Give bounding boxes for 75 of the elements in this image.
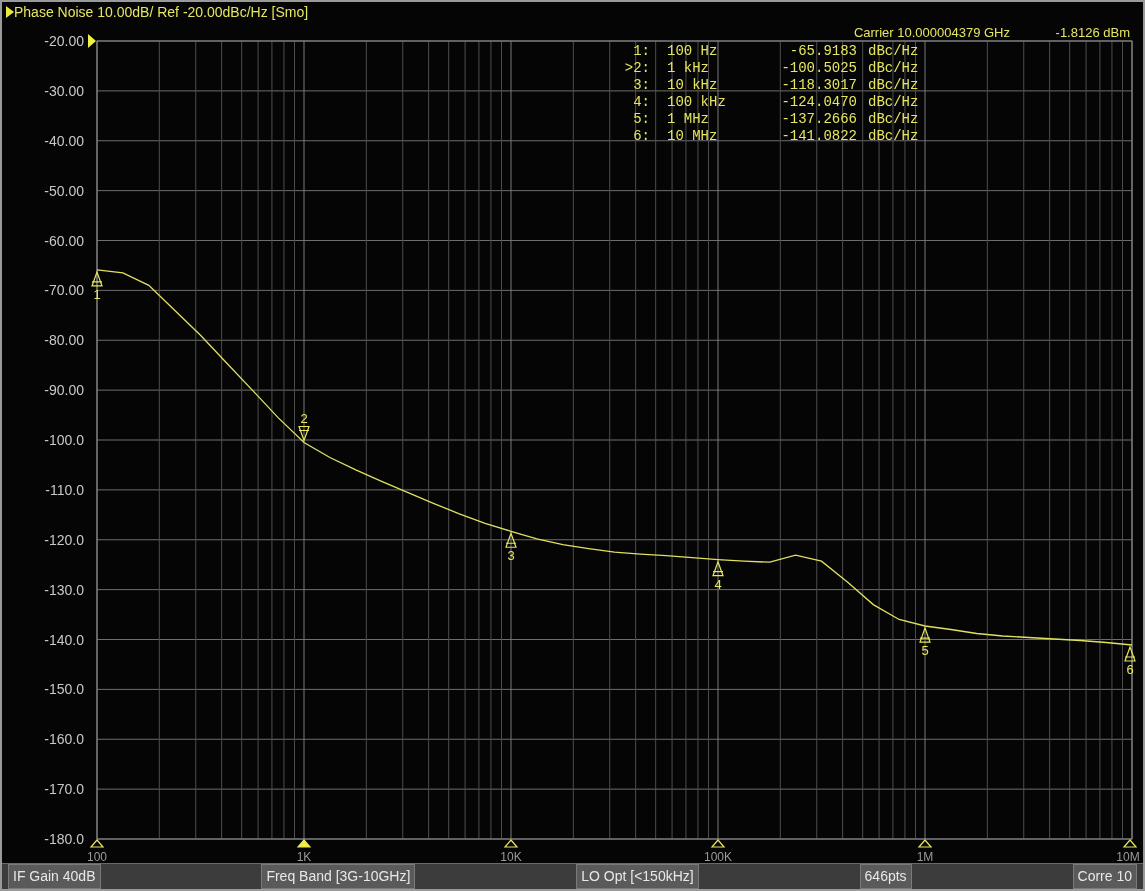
y-axis-label: -60.00 (44, 232, 84, 249)
marker-frequency: 1 MHz (667, 111, 709, 127)
marker-value: -137.2666 (781, 111, 857, 127)
y-axis-label: -100.0 (44, 432, 84, 448)
axis-marker-icon (917, 839, 933, 848)
x-axis-label: 100 (87, 850, 107, 863)
marker-label: >2: (624, 60, 650, 76)
x-axis-label: 10K (500, 850, 522, 863)
marker-value: -124.0470 (781, 94, 857, 110)
marker-unit: dBc/Hz (868, 128, 919, 144)
x-axis-label: 10M (1116, 850, 1140, 863)
axis-marker-icon (89, 839, 105, 848)
marker-value: -100.5025 (781, 60, 857, 76)
marker-icon[interactable] (91, 271, 103, 287)
marker-number: 1 (93, 286, 101, 302)
y-axis-label: -80.00 (44, 332, 84, 349)
marker-frequency: 1 kHz (667, 60, 709, 76)
axis-marker-icon (710, 839, 726, 848)
y-axis-label: -70.00 (44, 282, 84, 299)
marker-number: 5 (921, 643, 929, 659)
y-axis-label: -130.0 (44, 581, 84, 598)
marker-number: 2 (300, 411, 308, 427)
marker-number: 4 (714, 576, 722, 592)
status-field: Freq Band [3G-10GHz] (261, 864, 416, 889)
active-trace-icon (6, 5, 14, 18)
status-field: LO Opt [<150kHz] (576, 864, 699, 889)
status-field: Corre 10 (1072, 864, 1137, 889)
marker-unit: dBc/Hz (868, 94, 919, 110)
y-axis-label: -120.0 (44, 531, 84, 548)
y-axis-label: -170.0 (44, 781, 84, 798)
axis-marker-icon (503, 839, 519, 848)
y-axis-label: -50.00 (44, 182, 84, 199)
marker-icon[interactable] (919, 627, 931, 643)
marker-icon[interactable] (712, 561, 724, 577)
marker-number: 6 (1126, 662, 1134, 677)
marker-frequency: 100 Hz (667, 43, 718, 59)
y-axis-label: -180.0 (44, 831, 84, 847)
y-axis-label: -160.0 (44, 731, 84, 748)
marker-label: 6: (633, 128, 650, 144)
marker-label: 4: (633, 94, 650, 110)
marker-unit: dBc/Hz (868, 60, 919, 76)
marker-unit: dBc/Hz (868, 111, 919, 127)
y-axis-label: -20.00 (44, 33, 84, 49)
status-field: IF Gain 40dB (8, 864, 101, 889)
marker-icon[interactable] (1124, 646, 1136, 662)
carrier-frequency: Carrier 10.000004379 GHz (853, 25, 1010, 40)
marker-value: -141.0822 (781, 128, 857, 144)
axis-marker-icon (296, 839, 312, 848)
marker-frequency: 10 MHz (667, 128, 718, 144)
marker-frequency: 10 kHz (667, 77, 718, 93)
y-axis-label: -140.0 (44, 631, 84, 648)
marker-icon[interactable] (298, 425, 310, 442)
marker-unit: dBc/Hz (868, 77, 919, 93)
y-axis-label: -30.00 (44, 82, 84, 99)
trace-title: Phase Noise 10.00dB/ Ref -20.00dBc/Hz [Smo] (14, 4, 309, 19)
axis-marker-icon (1122, 839, 1138, 848)
marker-number: 3 (507, 548, 515, 564)
marker-icon[interactable] (505, 532, 517, 548)
marker-label: 5: (633, 111, 650, 127)
marker-label: 1: (633, 43, 650, 59)
marker-label: 3: (633, 77, 650, 93)
marker-value: -65.9183 (789, 43, 857, 59)
y-axis-label: -150.0 (44, 681, 84, 698)
reference-level-icon (88, 34, 96, 48)
status-field: 646pts (859, 864, 912, 889)
y-axis-label: -90.00 (44, 382, 84, 399)
y-axis-label: -40.00 (44, 132, 84, 149)
x-axis-label: 1K (296, 850, 312, 863)
x-axis-label: 100K (704, 850, 732, 863)
marker-value: -118.3017 (781, 77, 857, 93)
x-axis-label: 1M (916, 850, 934, 863)
marker-unit: dBc/Hz (868, 43, 919, 59)
carrier-power: -1.8126 dBm (1055, 25, 1130, 40)
y-axis-label: -110.0 (45, 481, 84, 498)
marker-frequency: 100 kHz (667, 94, 726, 110)
